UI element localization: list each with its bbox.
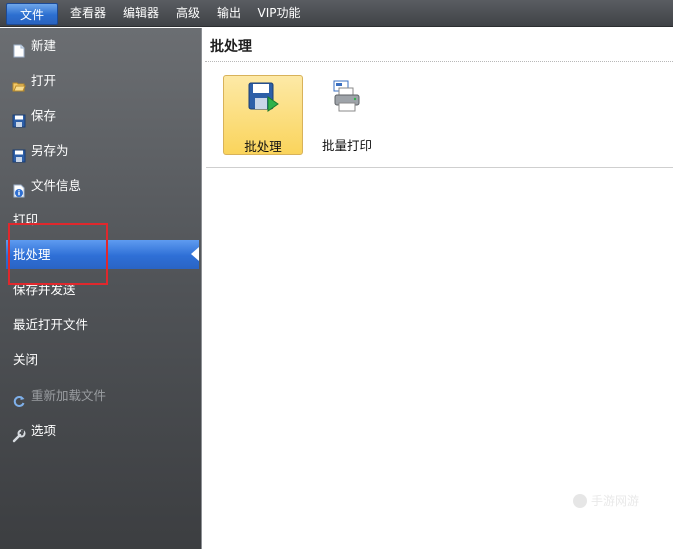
sidebar-item-label: 选项 bbox=[31, 423, 57, 438]
file-info-icon bbox=[12, 179, 26, 198]
sidebar-item-label: 最近打开文件 bbox=[13, 317, 89, 332]
watermark-logo-icon bbox=[573, 494, 587, 508]
highlight-annotation-box bbox=[8, 223, 108, 285]
tiles-divider bbox=[206, 167, 673, 168]
sidebar-item-open[interactable]: 打开 bbox=[0, 66, 202, 96]
open-folder-icon bbox=[12, 74, 26, 92]
sidebar-item-reload: 重新加载文件 bbox=[0, 381, 202, 411]
sidebar-item-label: 另存为 bbox=[31, 143, 69, 158]
sidebar-item-options[interactable]: 选项 bbox=[0, 416, 202, 446]
sidebar-item-label: 打开 bbox=[31, 73, 57, 88]
menu-viewer[interactable]: 查看器 bbox=[66, 4, 110, 23]
menu-bar: 文件 查看器 编辑器 高级 输出 VIP功能 bbox=[0, 0, 673, 27]
menu-vip[interactable]: VIP功能 bbox=[253, 4, 305, 23]
sidebar-item-file-info[interactable]: 文件信息 bbox=[0, 171, 202, 201]
sidebar-item-label: 重新加载文件 bbox=[31, 388, 107, 403]
menu-advanced[interactable]: 高级 bbox=[172, 4, 204, 23]
save-disk-icon bbox=[12, 109, 26, 128]
batch-save-icon bbox=[246, 80, 282, 116]
batch-print-button[interactable]: 批量打印 bbox=[307, 75, 387, 155]
sidebar-item-label: 新建 bbox=[31, 38, 57, 53]
sidebar-item-recent-files[interactable]: 最近打开文件 bbox=[0, 310, 202, 340]
watermark: 手游网游 bbox=[573, 492, 639, 509]
sidebar-item-save[interactable]: 保存 bbox=[0, 101, 202, 131]
batch-process-button[interactable]: 批处理 bbox=[223, 75, 303, 155]
sidebar-item-label: 关闭 bbox=[13, 352, 39, 367]
wrench-icon bbox=[12, 424, 26, 443]
sidebar-item-label: 保存 bbox=[31, 108, 57, 123]
title-divider bbox=[205, 61, 673, 62]
menu-file[interactable]: 文件 bbox=[6, 3, 58, 25]
sidebar-item-close[interactable]: 关闭 bbox=[0, 345, 202, 375]
tile-label: 批处理 bbox=[244, 139, 282, 154]
file-backstage-sidebar: 新建 打开 保存 另存为 文件信息 打印 批处理 保存并发送 最近打开文件 关闭… bbox=[0, 28, 202, 549]
menu-output[interactable]: 输出 bbox=[213, 4, 245, 23]
new-document-icon bbox=[12, 39, 26, 58]
menu-editor[interactable]: 编辑器 bbox=[119, 4, 163, 23]
sidebar-item-save-as[interactable]: 另存为 bbox=[0, 136, 202, 166]
reload-icon bbox=[12, 389, 26, 407]
sidebar-item-new[interactable]: 新建 bbox=[0, 31, 202, 61]
tile-label: 批量打印 bbox=[321, 138, 372, 153]
batch-print-icon bbox=[329, 79, 365, 115]
page-title: 批处理 bbox=[210, 39, 252, 55]
sidebar-item-label: 文件信息 bbox=[31, 178, 82, 193]
main-pane: 批处理 批处理 批量打印 手游网游 bbox=[203, 28, 673, 549]
save-as-disk-icon bbox=[12, 144, 26, 163]
